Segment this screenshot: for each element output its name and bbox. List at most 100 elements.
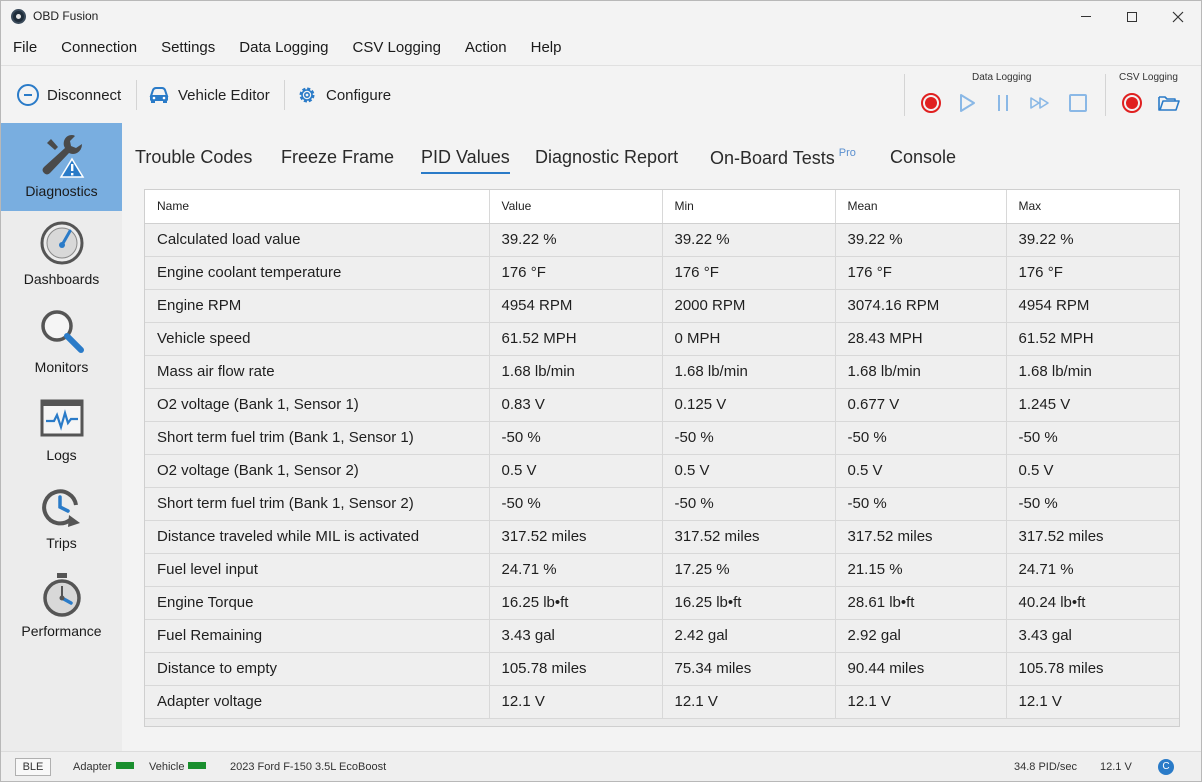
table-row[interactable]: O2 voltage (Bank 1, Sensor 2) 0.5 V 0.5 V0…	[145, 454, 1179, 488]
sidebar-item-dashboards[interactable]: Dashboards	[1, 211, 122, 299]
pro-badge: Pro	[838, 147, 856, 159]
table-row[interactable]: Distance to empty 105.78 miles 75.34 miles…	[145, 652, 1179, 686]
cell-max: 4954 RPM	[1006, 289, 1179, 323]
play-icon	[960, 94, 975, 112]
cell-value: 0.5 V	[489, 454, 663, 488]
sidebar-item-logs[interactable]: Logs	[1, 387, 122, 475]
tab-freeze-frame[interactable]: Freeze Frame	[281, 147, 394, 168]
data-logging-record-button[interactable]	[920, 92, 942, 114]
voltage-readout: 12.1 V	[1100, 761, 1132, 773]
configure-button[interactable]: Configure	[296, 82, 391, 108]
cell-name: Vehicle speed	[145, 322, 490, 356]
adapter-status-indicator	[115, 762, 134, 769]
window-title: OBD Fusion	[33, 9, 99, 23]
tab-pid-values[interactable]: PID Values	[421, 147, 510, 174]
sidebar-item-performance[interactable]: Performance	[1, 563, 122, 651]
cell-mean: 3074.16 RPM	[835, 289, 1007, 323]
table-row[interactable]: Calculated load value 39.22 % 39.22 % 39.22…	[145, 223, 1179, 257]
cell-value: -50 %	[489, 487, 663, 521]
vehicle-status-indicator	[188, 762, 207, 769]
wrench-warning-icon	[42, 135, 85, 178]
table-row[interactable]: Engine coolant temperature 176 °F 176 °F 17…	[145, 256, 1179, 290]
table-row[interactable]: Mass air flow rate 1.68 lb/min 1.68 lb/min…	[145, 355, 1179, 389]
table-row[interactable]: Engine Torque 16.25 lb•ft 16.25 lb•ft 28.61…	[145, 586, 1179, 620]
data-logging-fast-forward-button[interactable]	[1029, 92, 1051, 114]
table-row[interactable]: Short term fuel trim (Bank 1, Sensor 1) -…	[145, 421, 1179, 455]
cell-name: O2 voltage (Bank 1, Sensor 2)	[145, 454, 490, 488]
adapter-status: Adapter	[73, 761, 134, 773]
cell-mean: 1.68 lb/min	[835, 355, 1007, 389]
cell-mean: 28.43 MPH	[835, 322, 1007, 356]
menu-file[interactable]: File	[1, 32, 49, 64]
table-row[interactable]: O2 voltage (Bank 1, Sensor 1) 0.83 V 0.125…	[145, 388, 1179, 422]
cell-name: Adapter voltage	[145, 685, 490, 719]
maximize-button[interactable]	[1109, 1, 1155, 32]
menu-data-logging[interactable]: Data Logging	[227, 32, 340, 64]
table-row[interactable]: Adapter voltage 12.1 V 12.1 V 12.1 V 12.1 V	[145, 685, 1179, 719]
table-row[interactable]: Fuel Remaining 3.43 gal 2.42 gal 2.92 gal 3.…	[145, 619, 1179, 653]
disconnect-icon	[17, 84, 39, 106]
cloud-badge-icon[interactable]: C	[1158, 759, 1174, 775]
tab-on-board-tests[interactable]: On-Board Tests Pro	[710, 147, 856, 169]
tab-trouble-codes[interactable]: Trouble Codes	[135, 147, 252, 168]
cell-value: 4954 RPM	[489, 289, 663, 323]
cell-value: 1.68 lb/min	[489, 355, 663, 389]
column-header-min[interactable]: Min	[662, 190, 836, 224]
menu-action[interactable]: Action	[453, 32, 519, 64]
vehicle-status: Vehicle	[149, 761, 207, 773]
minimize-button[interactable]	[1063, 1, 1109, 32]
menu-connection[interactable]: Connection	[49, 32, 149, 64]
disconnect-button[interactable]: Disconnect	[17, 82, 121, 108]
cell-value: 12.1 V	[489, 685, 663, 719]
column-header-max[interactable]: Max	[1006, 190, 1179, 224]
sidebar-item-diagnostics[interactable]: Diagnostics	[1, 123, 122, 211]
column-header-mean[interactable]: Mean	[835, 190, 1007, 224]
vehicle-editor-button[interactable]: Vehicle Editor	[148, 82, 270, 108]
car-icon	[149, 87, 169, 103]
sidebar-item-trips[interactable]: Trips	[1, 475, 122, 563]
data-logging-pause-button[interactable]	[992, 92, 1014, 114]
cell-name: Calculated load value	[145, 223, 490, 257]
cell-min: 16.25 lb•ft	[662, 586, 836, 620]
tab-diagnostic-report[interactable]: Diagnostic Report	[535, 147, 678, 168]
cell-mean: 39.22 %	[835, 223, 1007, 257]
vehicle-label: Vehicle	[149, 761, 185, 773]
connection-type-badge: BLE	[15, 758, 51, 776]
column-header-value[interactable]: Value	[489, 190, 663, 224]
sidebar: Diagnostics Dashboards Monitors Logs Tri…	[1, 123, 122, 751]
record-icon	[921, 93, 941, 113]
data-logging-stop-button[interactable]	[1067, 92, 1089, 114]
column-header-name[interactable]: Name	[145, 190, 490, 224]
stopwatch-icon	[43, 573, 81, 617]
cell-mean: 0.677 V	[835, 388, 1007, 422]
cell-value: 61.52 MPH	[489, 322, 663, 356]
cell-min: 12.1 V	[662, 685, 836, 719]
cell-max: 0.5 V	[1006, 454, 1179, 488]
close-button[interactable]	[1155, 1, 1201, 32]
app-window: OBD Fusion File Connection Settings Data…	[0, 0, 1202, 782]
table-row[interactable]: Vehicle speed 61.52 MPH 0 MPH 28.43 MPH 61.5…	[145, 322, 1179, 356]
menu-csv-logging[interactable]: CSV Logging	[341, 32, 453, 64]
cell-max: -50 %	[1006, 487, 1179, 521]
cell-max: 61.52 MPH	[1006, 322, 1179, 356]
menu-help[interactable]: Help	[519, 32, 574, 64]
table-row[interactable]: Distance traveled while MIL is activated…	[145, 520, 1179, 554]
cell-mean: 317.52 miles	[835, 520, 1007, 554]
pid-values-table: Name Value Min Mean Max Calculated load …	[144, 189, 1180, 727]
tab-console[interactable]: Console	[890, 147, 956, 168]
sidebar-item-monitors[interactable]: Monitors	[1, 299, 122, 387]
csv-logging-folder-button[interactable]	[1158, 92, 1180, 114]
disconnect-label: Disconnect	[47, 86, 122, 104]
csv-logging-record-button[interactable]	[1121, 92, 1143, 114]
table-row[interactable]: Short term fuel trim (Bank 1, Sensor 2) -…	[145, 487, 1179, 521]
data-logging-play-button[interactable]	[956, 92, 978, 114]
minimize-icon	[1081, 16, 1091, 17]
sidebar-item-label: Trips	[46, 535, 77, 551]
cell-max: -50 %	[1006, 421, 1179, 455]
table-row[interactable]: Engine RPM 4954 RPM 2000 RPM 3074.16 RPM 495…	[145, 289, 1179, 323]
table-row[interactable]: Fuel level input 24.71 % 17.25 % 21.15 % 24.…	[145, 553, 1179, 587]
cell-max: 40.24 lb•ft	[1006, 586, 1179, 620]
cell-value: 3.43 gal	[489, 619, 663, 653]
menu-settings[interactable]: Settings	[149, 32, 227, 64]
cell-value: 0.83 V	[489, 388, 663, 422]
